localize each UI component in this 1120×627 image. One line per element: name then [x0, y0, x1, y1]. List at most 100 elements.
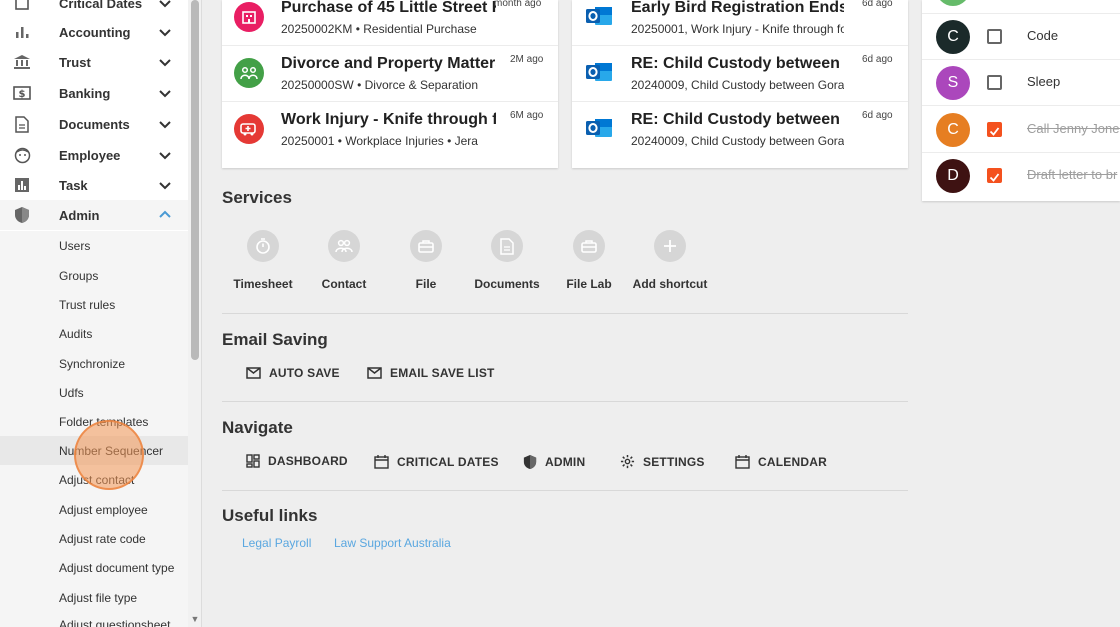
admin-item-groups[interactable]: Groups	[0, 261, 188, 290]
shortcut-contact[interactable]: Contact	[304, 230, 384, 291]
admin-item-adjust-employee[interactable]: Adjust employee	[0, 495, 188, 524]
file-row[interactable]: Work Injury - Knife through fo 20250001 …	[222, 102, 558, 158]
shortcut-add[interactable]: Add shortcut	[630, 230, 710, 291]
chevron-down-icon	[159, 0, 171, 8]
sidebar-item-employee[interactable]: Employee	[0, 140, 188, 170]
avatar: C	[936, 113, 970, 147]
sidebar-item-accounting[interactable]: Accounting	[0, 17, 188, 47]
chevron-down-icon	[159, 90, 171, 98]
nav-settings-button[interactable]: SETTINGS	[620, 454, 705, 469]
auto-save-button[interactable]: AUTO SAVE	[246, 366, 340, 380]
ambulance-icon	[234, 114, 264, 144]
admin-item-label: Trust rules	[59, 297, 116, 312]
admin-item-udfs[interactable]: Udfs	[0, 378, 188, 407]
stopwatch-icon	[247, 230, 279, 262]
email-save-list-button[interactable]: EMAIL SAVE LIST	[367, 366, 495, 380]
todo-item: S Sleep	[922, 60, 1120, 106]
document-icon	[12, 114, 32, 134]
todo-checkbox-checked[interactable]	[987, 122, 1002, 137]
todo-checkbox[interactable]	[987, 75, 1002, 90]
nav-critical-dates-button[interactable]: CRITICAL DATES	[374, 454, 499, 469]
nav-admin-label: ADMIN	[545, 455, 586, 469]
email-row[interactable]: RE: Child Custody between G 20240009, Ch…	[572, 102, 908, 158]
nav-calendar-button[interactable]: CALENDAR	[735, 454, 827, 469]
link-law-support-australia[interactable]: Law Support Australia	[334, 536, 451, 550]
shortcut-file-lab[interactable]: File Lab	[549, 230, 629, 291]
admin-item-users[interactable]: Users	[0, 231, 188, 260]
avatar: D	[936, 159, 970, 193]
email-row[interactable]: Early Bird Registration Ends T 20250001,…	[572, 0, 908, 46]
admin-item-label: Folder templates	[59, 414, 149, 429]
chevron-up-icon	[159, 210, 171, 218]
todo-checkbox[interactable]	[987, 29, 1002, 44]
sidebar-item-label: Accounting	[59, 24, 131, 40]
nav-critical-dates-label: CRITICAL DATES	[397, 454, 499, 469]
admin-item-adjust-document-type[interactable]: Adjust document type	[0, 553, 188, 582]
chevron-down-icon	[159, 29, 171, 37]
admin-item-label: Groups	[59, 268, 99, 283]
sidebar: Critical Dates Accounting Trust $ Bankin…	[0, 0, 188, 627]
email-save-list-label: EMAIL SAVE LIST	[390, 366, 495, 380]
admin-item-audits[interactable]: Audits	[0, 319, 188, 348]
admin-item-label: Adjust questionsheet	[59, 617, 171, 627]
sidebar-scrollbar-thumb[interactable]	[191, 0, 199, 360]
admin-item-adjust-questionsheet[interactable]: Adjust questionsheet	[0, 610, 188, 627]
file-subtitle: 20250001 • Workplace Injuries • Jera	[281, 134, 478, 148]
file-code: 20250002KM	[281, 22, 353, 36]
admin-item-trust-rules[interactable]: Trust rules	[0, 290, 188, 319]
todo-item: D Draft letter to br	[922, 153, 1120, 199]
admin-item-label: Adjust rate code	[59, 531, 146, 546]
todo-checkbox-checked[interactable]	[987, 168, 1002, 183]
nav-dashboard-button[interactable]: DASHBOARD	[246, 454, 348, 468]
shortcut-label: Contact	[321, 277, 367, 291]
email-age: 6d ago	[862, 110, 893, 121]
useful-links-title: Useful links	[222, 506, 318, 525]
admin-item-synchronize[interactable]: Synchronize	[0, 349, 188, 378]
sidebar-item-label: Employee	[59, 147, 121, 163]
services-title: Services	[222, 188, 292, 207]
nav-admin-button[interactable]: ADMIN	[523, 454, 585, 470]
file-row[interactable]: Divorce and Property Matters 20250000SW …	[222, 46, 558, 102]
recent-emails-card: Early Bird Registration Ends T 20250001,…	[572, 0, 908, 168]
shortcut-timesheet[interactable]: Timesheet	[223, 230, 303, 291]
admin-item-label: Udfs	[59, 385, 84, 400]
chevron-down-icon	[159, 59, 171, 67]
face-icon	[12, 145, 32, 165]
file-age: month ago	[494, 0, 542, 9]
sidebar-item-admin[interactable]: Admin	[0, 200, 188, 230]
sidebar-item-documents[interactable]: Documents	[0, 109, 188, 139]
todo-text: Code	[1027, 28, 1059, 43]
nav-settings-label: SETTINGS	[643, 454, 705, 469]
shortcut-label: File	[415, 277, 437, 291]
shortcut-documents[interactable]: Documents	[467, 230, 547, 291]
admin-item-adjust-file-type[interactable]: Adjust file type	[0, 583, 188, 612]
bar-chart-icon	[12, 22, 32, 42]
admin-item-adjust-contact[interactable]: Adjust contact	[0, 465, 188, 494]
check-icon	[989, 127, 1000, 136]
file-subtitle: 20250000SW • Divorce & Separation	[281, 78, 478, 92]
shortcut-label: Add shortcut	[632, 277, 708, 291]
mail-icon	[246, 367, 261, 379]
admin-item-number-sequencer[interactable]: Number Sequencer	[0, 436, 188, 465]
scroll-down-arrow-icon[interactable]: ▼	[190, 614, 200, 624]
sidebar-item-trust[interactable]: Trust	[0, 47, 188, 77]
email-row[interactable]: RE: Child Custody between G 20240009, Ch…	[572, 46, 908, 102]
divider	[222, 313, 908, 314]
file-row[interactable]: Purchase of 45 Little Street K 20250002K…	[222, 0, 558, 46]
shield-icon	[12, 205, 32, 225]
admin-item-label: Adjust employee	[59, 502, 148, 517]
sidebar-item-label: Admin	[59, 207, 100, 223]
shield-icon	[523, 455, 537, 469]
mail-icon	[367, 367, 382, 379]
sidebar-item-banking[interactable]: $ Banking	[0, 78, 188, 108]
admin-item-adjust-rate-code[interactable]: Adjust rate code	[0, 524, 188, 553]
email-subject: RE: Child Custody between G	[631, 55, 844, 72]
shortcut-file[interactable]: File	[386, 230, 466, 291]
sidebar-item-critical-dates[interactable]: Critical Dates	[0, 0, 188, 18]
sidebar-item-task[interactable]: Task	[0, 170, 188, 200]
recent-files-card: Purchase of 45 Little Street K 20250002K…	[222, 0, 558, 168]
admin-item-folder-templates[interactable]: Folder templates	[0, 407, 188, 436]
dollar-icon: $	[12, 83, 32, 103]
link-legal-payroll[interactable]: Legal Payroll	[242, 536, 311, 550]
calendar-icon	[374, 455, 389, 469]
